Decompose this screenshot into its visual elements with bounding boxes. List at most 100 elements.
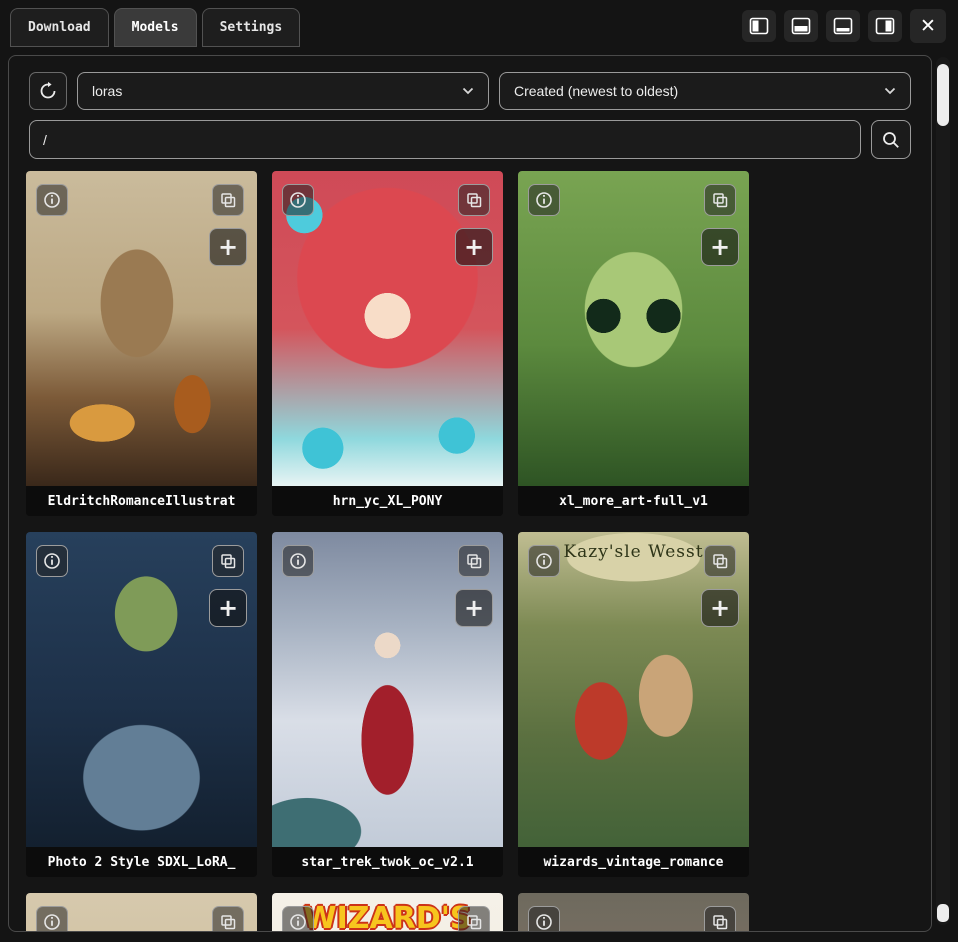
model-thumbnail[interactable]: + (272, 532, 503, 847)
layout-split-bottom-button[interactable] (784, 10, 818, 42)
model-card: + hrn_yc_XL_PONY (272, 171, 503, 516)
model-type-value: loras (92, 83, 122, 99)
layout-split-left-button[interactable] (742, 10, 776, 42)
add-button[interactable]: + (701, 228, 739, 266)
model-card: + (26, 893, 257, 932)
model-card: Kazy'sle Wesst + wizards_vintage_romance (518, 532, 749, 877)
add-button[interactable]: + (209, 589, 247, 627)
info-button[interactable] (36, 545, 68, 577)
plus-icon: + (710, 233, 730, 261)
info-icon (534, 912, 554, 932)
copy-button[interactable] (458, 184, 490, 216)
toolbar: loras Created (newest to oldest) (29, 72, 911, 110)
info-button[interactable] (528, 184, 560, 216)
info-button[interactable] (36, 906, 68, 932)
info-icon (288, 551, 308, 571)
copy-icon (710, 190, 730, 210)
model-name: xl_more_art-full_v1 (518, 486, 749, 516)
search-button[interactable] (871, 120, 911, 159)
model-card: + (518, 893, 749, 932)
model-card: + Photo 2 Style SDXL_LoRA_ (26, 532, 257, 877)
info-icon (534, 190, 554, 210)
model-name: wizards_vintage_romance (518, 847, 749, 877)
info-icon (42, 190, 62, 210)
plus-icon: + (218, 594, 238, 622)
copy-button[interactable] (458, 545, 490, 577)
model-card: + xl_more_art-full_v1 (518, 171, 749, 516)
copy-icon (710, 551, 730, 571)
copy-button[interactable] (212, 906, 244, 932)
model-thumbnail[interactable]: + (518, 171, 749, 486)
add-button[interactable]: + (701, 589, 739, 627)
info-icon (42, 912, 62, 932)
info-button[interactable] (282, 545, 314, 577)
plus-icon: + (464, 594, 484, 622)
chevron-down-icon (884, 87, 896, 95)
refresh-icon (38, 81, 58, 101)
sort-value: Created (newest to oldest) (514, 83, 678, 99)
copy-icon (710, 912, 730, 932)
model-name: star_trek_twok_oc_v2.1 (272, 847, 503, 877)
close-icon: ✕ (920, 15, 936, 37)
tab-settings[interactable]: Settings (202, 8, 301, 47)
model-thumbnail[interactable]: WIZARD'S + (272, 893, 503, 932)
chevron-down-icon (462, 87, 474, 95)
add-button[interactable]: + (455, 589, 493, 627)
copy-icon (218, 551, 238, 571)
info-button[interactable] (36, 184, 68, 216)
model-thumbnail[interactable]: Kazy'sle Wesst + (518, 532, 749, 847)
info-button[interactable] (528, 906, 560, 932)
model-card: + EldritchRomanceIllustrat (26, 171, 257, 516)
info-icon (534, 551, 554, 571)
layout-split-left-icon (749, 17, 769, 35)
model-thumbnail[interactable]: + (518, 893, 749, 932)
layout-bottom-bar-icon (833, 17, 853, 35)
search-input[interactable] (29, 120, 861, 159)
plus-icon: + (218, 233, 238, 261)
copy-button[interactable] (704, 906, 736, 932)
copy-icon (464, 912, 484, 932)
plus-icon: + (710, 594, 730, 622)
copy-icon (218, 190, 238, 210)
models-panel: loras Created (newest to oldest) (8, 55, 932, 932)
copy-icon (218, 912, 238, 932)
info-icon (288, 912, 308, 932)
tab-download[interactable]: Download (10, 8, 109, 47)
info-button[interactable] (282, 906, 314, 932)
model-type-select[interactable]: loras (77, 72, 489, 110)
model-name: Photo 2 Style SDXL_LoRA_ (26, 847, 257, 877)
info-button[interactable] (528, 545, 560, 577)
info-icon (288, 190, 308, 210)
info-icon (42, 551, 62, 571)
add-button[interactable]: + (455, 228, 493, 266)
refresh-button[interactable] (29, 72, 67, 110)
copy-icon (464, 551, 484, 571)
copy-button[interactable] (704, 184, 736, 216)
plus-icon: + (464, 233, 484, 261)
scrollbar-thumb[interactable] (937, 64, 949, 126)
tab-bar: Download Models Settings (10, 8, 300, 47)
scrollbar-bottom-thumb[interactable] (937, 904, 949, 922)
model-thumbnail[interactable]: + (26, 532, 257, 847)
copy-button[interactable] (704, 545, 736, 577)
layout-split-right-icon (875, 17, 895, 35)
copy-button[interactable] (458, 906, 490, 932)
model-thumbnail[interactable]: + (26, 171, 257, 486)
model-grid: + EldritchRomanceIllustrat + (26, 171, 766, 932)
model-card: WIZARD'S + (272, 893, 503, 932)
copy-button[interactable] (212, 545, 244, 577)
model-thumbnail[interactable]: + (26, 893, 257, 932)
model-name: hrn_yc_XL_PONY (272, 486, 503, 516)
scrollbar-track[interactable] (936, 57, 950, 925)
model-thumbnail[interactable]: + (272, 171, 503, 486)
titlebar-buttons: ✕ (742, 9, 946, 43)
copy-button[interactable] (212, 184, 244, 216)
sort-select[interactable]: Created (newest to oldest) (499, 72, 911, 110)
info-button[interactable] (282, 184, 314, 216)
search-icon (881, 130, 901, 150)
tab-models[interactable]: Models (114, 8, 197, 47)
close-button[interactable]: ✕ (910, 9, 946, 43)
layout-bottom-bar-button[interactable] (826, 10, 860, 42)
layout-split-right-button[interactable] (868, 10, 902, 42)
add-button[interactable]: + (209, 228, 247, 266)
